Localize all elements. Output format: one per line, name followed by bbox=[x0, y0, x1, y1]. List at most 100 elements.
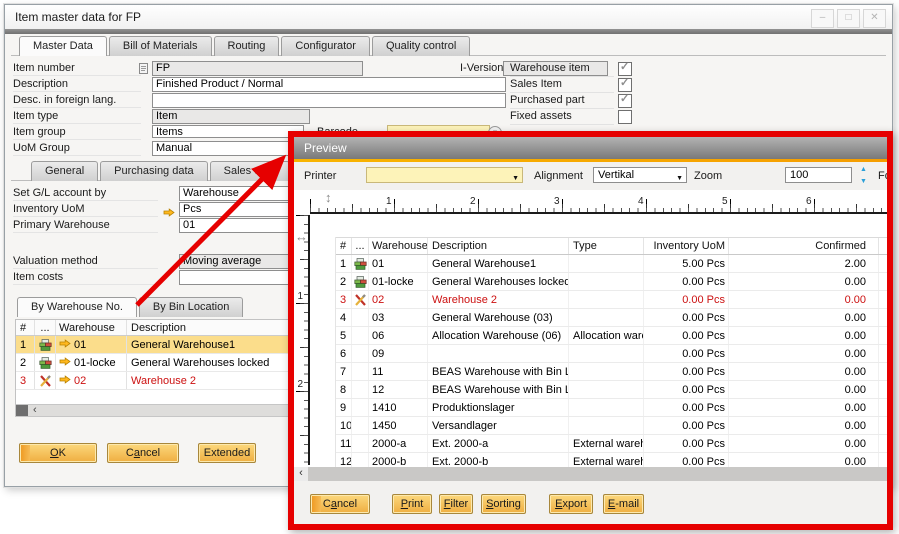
warehouse-row[interactable]: 101General Warehouse1 bbox=[16, 336, 293, 354]
email-button[interactable]: E-mail bbox=[603, 494, 644, 514]
link-arrow-icon[interactable] bbox=[59, 375, 71, 387]
warehouse-row[interactable]: 201-lockeGeneral Warehouses locked bbox=[16, 354, 293, 372]
ruler-tick-label: 5 bbox=[722, 196, 728, 207]
cancel-button[interactable]: Cancel bbox=[310, 494, 370, 514]
checkbox[interactable] bbox=[618, 110, 632, 124]
column-header[interactable]: Inventory UoM bbox=[644, 238, 729, 254]
preview-table-row[interactable]: 91410Produktionslager0.00 Pcs0.00 bbox=[336, 399, 887, 417]
preview-table-row[interactable]: 101General Warehouse15.00 Pcs2.00 bbox=[336, 255, 887, 273]
column-header[interactable]: Warehouse bbox=[369, 238, 428, 254]
tab-master-data[interactable]: Master Data bbox=[19, 36, 107, 56]
checkbox[interactable] bbox=[618, 94, 632, 108]
set-gl-account-label: Set G/L account by bbox=[13, 187, 158, 201]
preview-table-row[interactable]: 302Warehouse 20.00 Pcs0.00 bbox=[336, 291, 887, 309]
zoom-input[interactable]: 100 bbox=[785, 167, 852, 183]
tab-purchasing-data[interactable]: Purchasing data bbox=[100, 161, 208, 181]
tab-by-warehouse-no[interactable]: By Warehouse No. bbox=[17, 297, 137, 317]
minimize-button[interactable]: – bbox=[811, 9, 834, 28]
inventory-uom-label: Inventory UoM bbox=[13, 203, 158, 217]
warehouse-code: 2000-b bbox=[369, 453, 428, 467]
window-titlebar[interactable]: Item master data for FP –□✕ bbox=[5, 5, 892, 29]
resize-horizontal-icon[interactable]: ↔ bbox=[295, 229, 308, 244]
row-number: 10 bbox=[336, 417, 352, 434]
warehouse-table-scrollbar[interactable]: ‹ bbox=[15, 404, 292, 417]
checkbox[interactable] bbox=[618, 78, 632, 92]
item-group-select[interactable]: Items bbox=[152, 125, 304, 138]
description-field[interactable]: Finished Product / Normal bbox=[152, 77, 506, 92]
preview-table: #...WarehouseDescriptionTypeInventory Uo… bbox=[335, 237, 887, 467]
confirmed-value: 0.00 bbox=[729, 453, 879, 467]
filter-button[interactable]: Filter bbox=[439, 494, 473, 514]
inventory-uom-value: 0.00 Pcs bbox=[644, 273, 729, 290]
tab-bill-of-materials[interactable]: Bill of Materials bbox=[109, 36, 212, 56]
column-header[interactable]: # bbox=[16, 320, 35, 335]
extended-button[interactable]: Extended bbox=[198, 443, 256, 463]
preview-table-row[interactable]: 201-lockeGeneral Warehouses locked0.00 P… bbox=[336, 273, 887, 291]
export-button[interactable]: Export bbox=[549, 494, 593, 514]
link-arrow-icon[interactable] bbox=[163, 204, 175, 222]
tab-by-bin-location[interactable]: By Bin Location bbox=[139, 297, 243, 317]
uom-group-field[interactable]: Manual bbox=[152, 141, 310, 156]
scrollbar-thumb[interactable] bbox=[16, 405, 28, 416]
ruler-tick-label: 3 bbox=[554, 196, 560, 207]
sorting-button[interactable]: Sorting bbox=[481, 494, 526, 514]
preview-table-row[interactable]: 711BEAS Warehouse with Bin Location0.00 … bbox=[336, 363, 887, 381]
tab-sales-data[interactable]: Sales data bbox=[210, 161, 290, 181]
preview-titlebar[interactable]: Preview bbox=[294, 137, 887, 159]
column-header[interactable]: Warehouse bbox=[56, 320, 127, 335]
close-button[interactable]: ✕ bbox=[863, 9, 886, 28]
inventory-uom-value: 0.00 Pcs bbox=[644, 327, 729, 344]
item-type-field[interactable]: Item bbox=[152, 109, 310, 124]
tab-configurator[interactable]: Configurator bbox=[281, 36, 370, 56]
preview-table-row[interactable]: 6090.00 Pcs0.00 bbox=[336, 345, 887, 363]
ruler-tick-label: 2 bbox=[297, 379, 303, 390]
alignment-select[interactable]: Vertikal bbox=[593, 167, 687, 183]
preview-window: Preview Printer Alignment Vertikal Zoom … bbox=[288, 131, 893, 530]
resize-vertical-icon[interactable]: ↕ bbox=[325, 190, 332, 205]
preview-table-row[interactable]: 403General Warehouse (03)0.00 Pcs0.00 bbox=[336, 309, 887, 327]
warehouse-description: Ext. 2000-a bbox=[428, 435, 569, 452]
checkbox[interactable] bbox=[618, 62, 632, 76]
warehouse-row[interactable]: 302Warehouse 2 bbox=[16, 372, 293, 390]
valuation-method-label: Valuation method bbox=[13, 255, 158, 269]
foreign-description-field[interactable] bbox=[152, 93, 506, 108]
link-arrow-icon[interactable] bbox=[59, 357, 71, 369]
warehouse-type: External warehous bbox=[569, 453, 644, 467]
item-number-field[interactable]: FP bbox=[152, 61, 363, 76]
preview-table-row[interactable]: 112000-aExt. 2000-aExternal warehous0.00… bbox=[336, 435, 887, 453]
checkbox-row: Sales Item bbox=[510, 77, 632, 93]
zoom-spinner[interactable] bbox=[860, 167, 871, 184]
window-title: Item master data for FP bbox=[15, 10, 141, 24]
scroll-left-icon[interactable]: ‹ bbox=[33, 405, 37, 416]
clipped-format-label: Fo bbox=[878, 170, 891, 182]
column-header[interactable]: Description bbox=[127, 320, 293, 335]
confirmed-value: 2.00 bbox=[729, 255, 879, 272]
preview-table-row[interactable]: 812BEAS Warehouse with Bin Location0.00 … bbox=[336, 381, 887, 399]
confirmed-value: 0.00 bbox=[729, 273, 879, 290]
row-number: 3 bbox=[16, 372, 35, 389]
column-header[interactable]: Type bbox=[569, 238, 644, 254]
warehouse-code: 02 bbox=[369, 291, 428, 308]
preview-scrollbar[interactable]: ‹ bbox=[294, 467, 887, 481]
scroll-left-icon[interactable]: ‹ bbox=[294, 467, 308, 481]
preview-table-row[interactable]: 122000-bExt. 2000-bExternal warehous0.00… bbox=[336, 453, 887, 467]
link-arrow-icon[interactable] bbox=[59, 339, 71, 351]
cancel-button[interactable]: Cancel bbox=[107, 443, 179, 463]
warehouse-code: 01 bbox=[369, 255, 428, 272]
column-header[interactable]: Confirmed bbox=[729, 238, 879, 254]
horizontal-ruler: 123456 bbox=[310, 198, 887, 214]
maximize-button[interactable]: □ bbox=[837, 9, 860, 28]
column-header[interactable]: ... bbox=[352, 238, 369, 254]
warehouse-description: Ext. 2000-b bbox=[428, 453, 569, 467]
preview-table-row[interactable]: 101450Versandlager0.00 Pcs0.00 bbox=[336, 417, 887, 435]
ok-button[interactable]: OK bbox=[19, 443, 97, 463]
column-header[interactable]: ... bbox=[35, 320, 56, 335]
tab-routing[interactable]: Routing bbox=[214, 36, 280, 56]
tab-quality-control[interactable]: Quality control bbox=[372, 36, 470, 56]
print-button[interactable]: Print bbox=[392, 494, 432, 514]
printer-select[interactable] bbox=[366, 167, 523, 183]
tab-general[interactable]: General bbox=[31, 161, 98, 181]
preview-table-row[interactable]: 506Allocation Warehouse (06)Allocation w… bbox=[336, 327, 887, 345]
column-header[interactable]: # bbox=[336, 238, 352, 254]
column-header[interactable]: Description bbox=[428, 238, 569, 254]
